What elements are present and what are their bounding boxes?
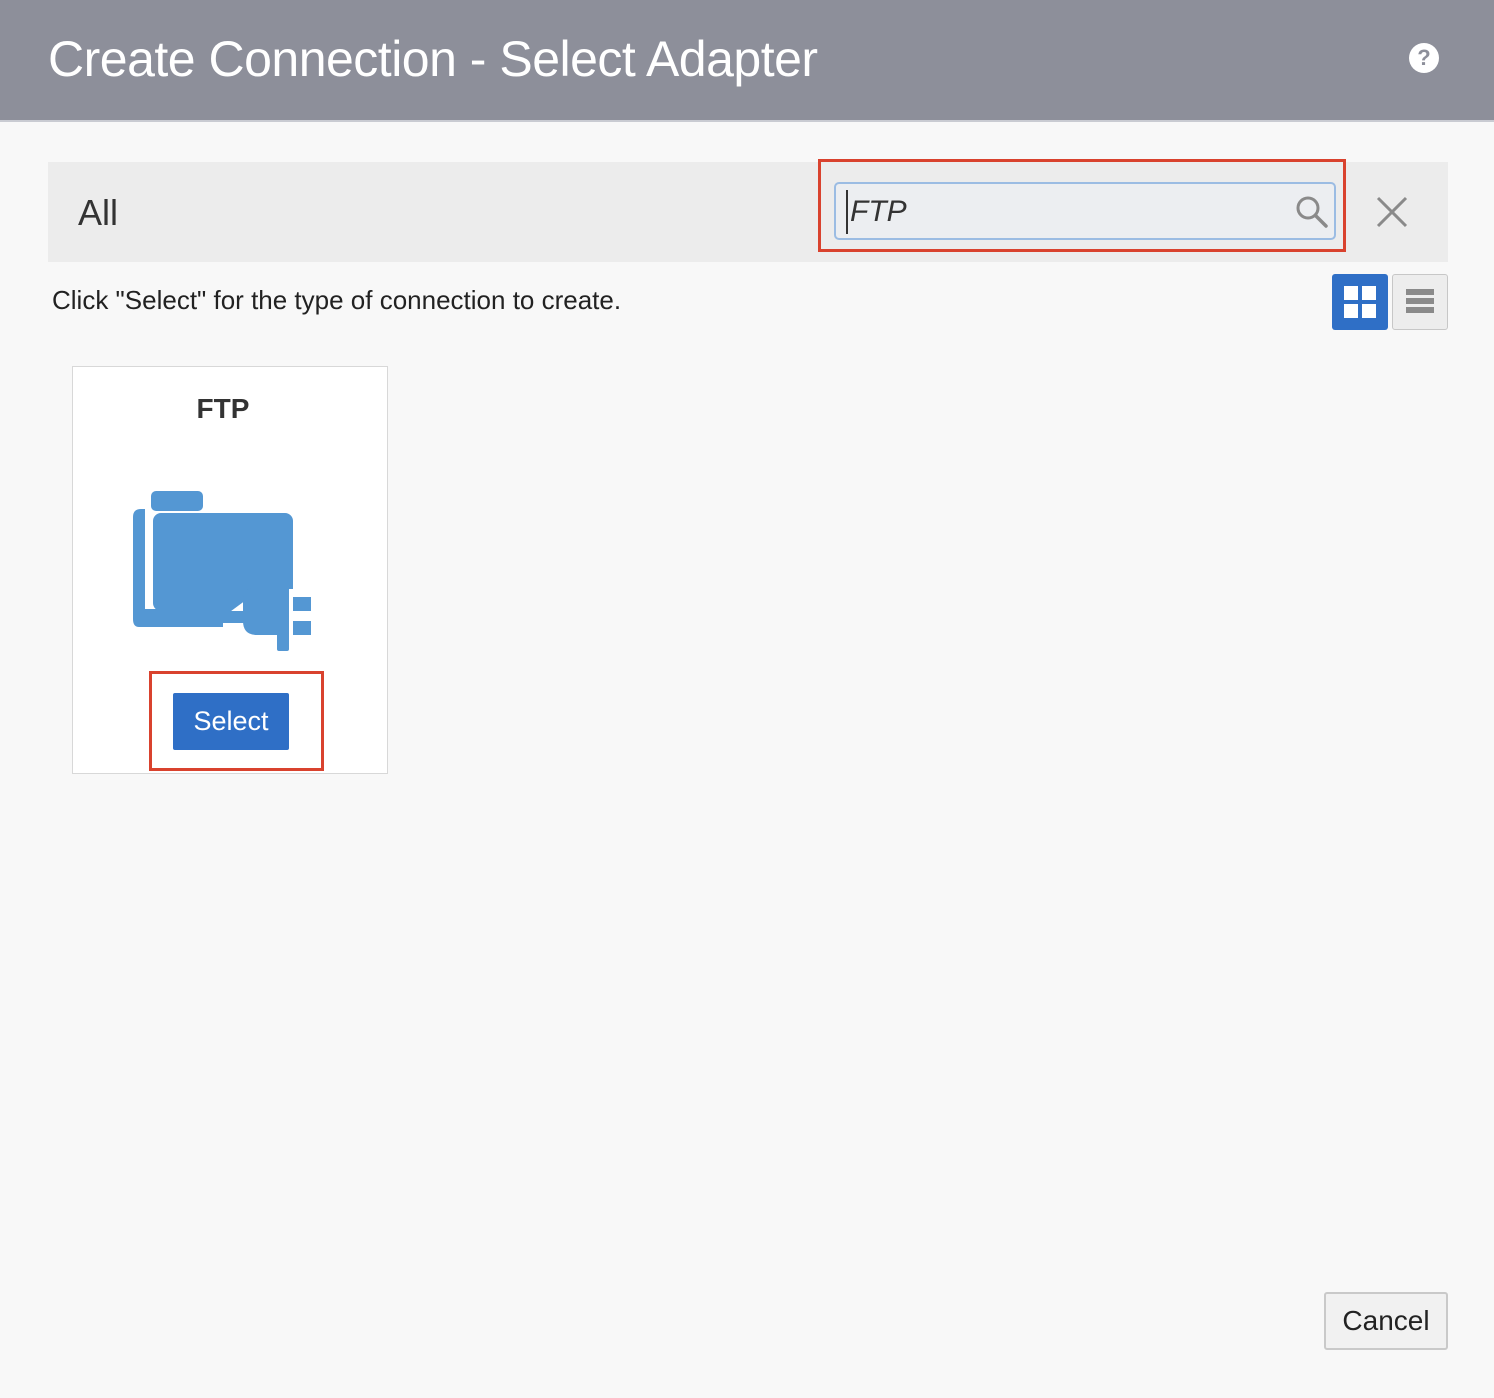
search-icon[interactable] [1294,194,1330,230]
folder-plug-icon [133,491,311,651]
list-view-icon [1406,289,1434,313]
filter-bar: All [48,159,1448,262]
close-icon[interactable] [1373,193,1411,231]
search-input[interactable] [846,190,1282,234]
list-view-button[interactable] [1392,274,1448,330]
dialog-header: Create Connection - Select Adapter ? [0,0,1494,122]
adapter-name: FTP [196,393,250,424]
adapter-card-ftp: FTP Select [72,366,388,774]
instruction-text: Click "Select" for the type of connectio… [52,285,622,315]
cancel-button[interactable]: Cancel [1324,1292,1448,1350]
grid-view-icon [1344,286,1376,318]
grid-view-button[interactable] [1332,274,1388,330]
dialog-title: Create Connection - Select Adapter [48,31,818,87]
category-filter-label[interactable]: All [78,192,118,234]
question-circle-icon[interactable]: ? [1409,43,1439,73]
select-button[interactable]: Select [173,693,289,750]
search-box [834,182,1336,240]
